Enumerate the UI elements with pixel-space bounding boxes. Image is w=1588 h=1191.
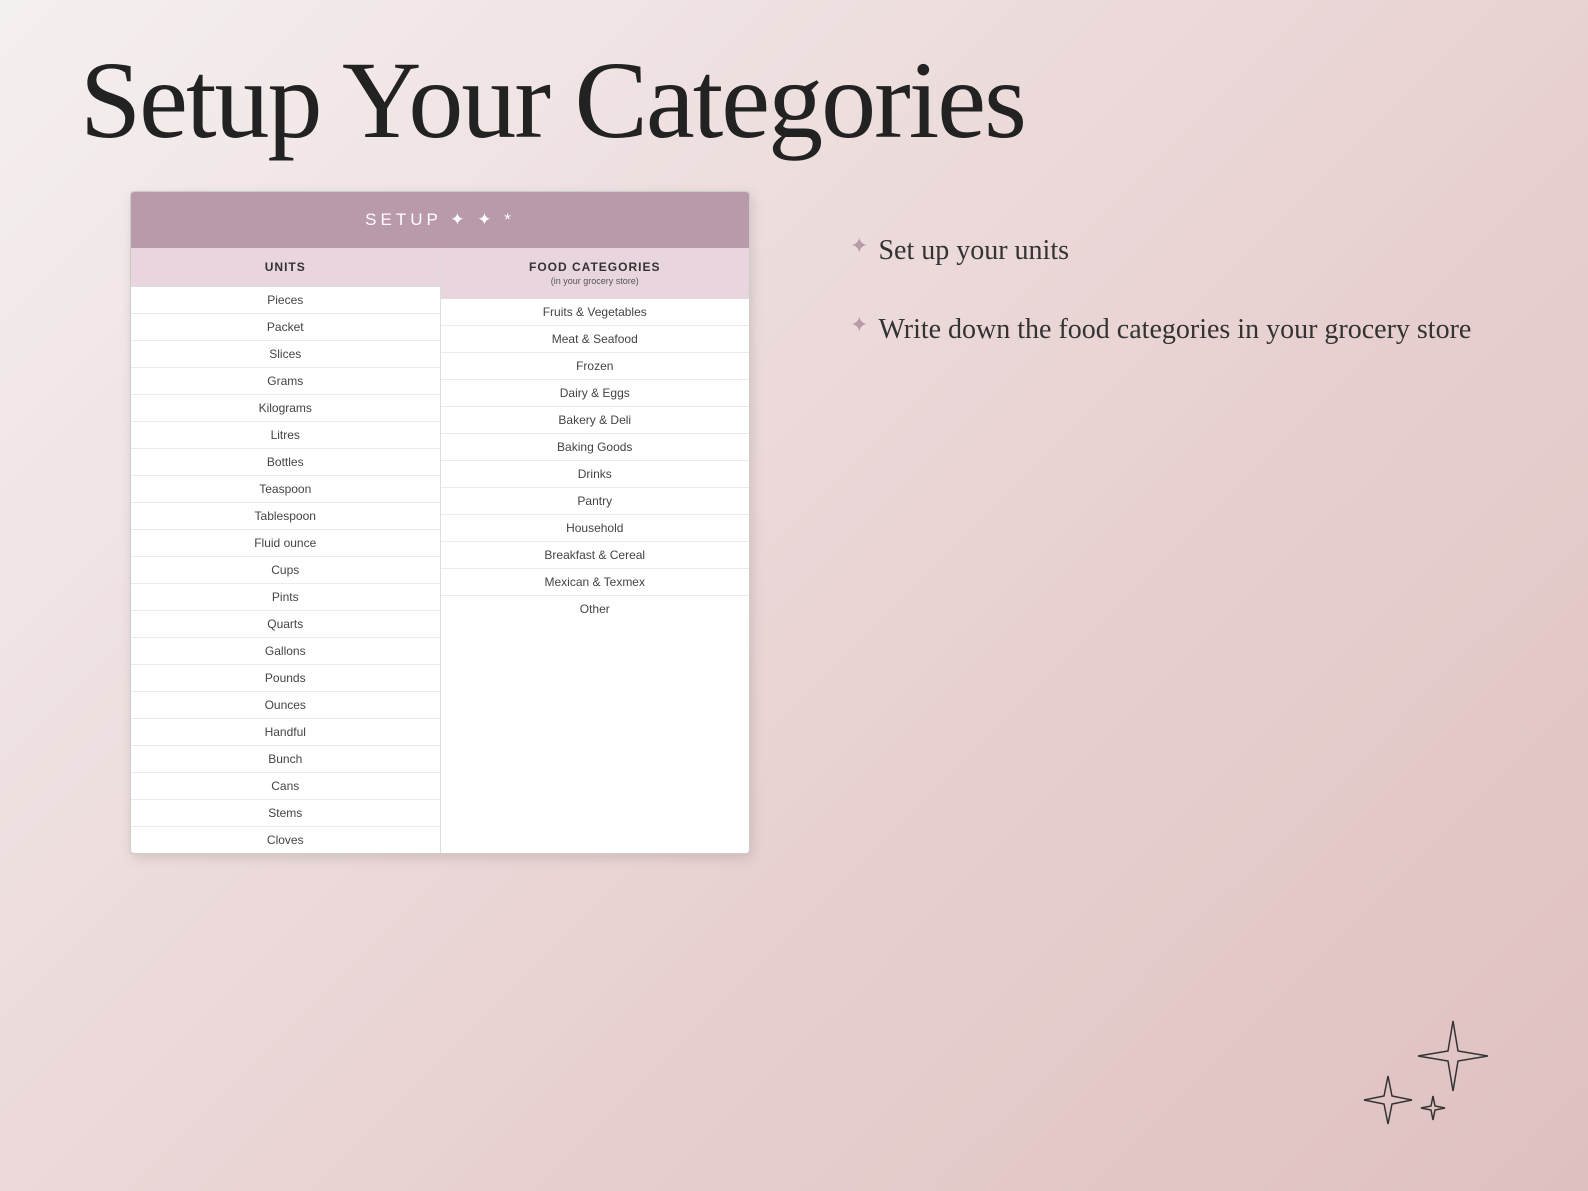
food-column: FOOD CATEGORIES (in your grocery store) … xyxy=(441,248,750,853)
food-col-header: FOOD CATEGORIES (in your grocery store) xyxy=(441,248,750,299)
list-item: Grams xyxy=(131,368,440,395)
list-item: Pounds xyxy=(131,665,440,692)
diamond-icon: ✦ xyxy=(850,312,868,338)
list-item: Quarts xyxy=(131,611,440,638)
list-item: Slices xyxy=(131,341,440,368)
info-text: Write down the food categories in your g… xyxy=(878,310,1471,349)
list-item: Bakery & Deli xyxy=(441,407,750,434)
list-item: Teaspoon xyxy=(131,476,440,503)
page-title: Setup Your Categories xyxy=(0,0,1588,191)
list-item: Frozen xyxy=(441,353,750,380)
info-item: ✦ Write down the food categories in your … xyxy=(850,310,1508,349)
list-item: Bottles xyxy=(131,449,440,476)
list-item: Gallons xyxy=(131,638,440,665)
list-item: Meat & Seafood xyxy=(441,326,750,353)
list-item: Baking Goods xyxy=(441,434,750,461)
list-item: Litres xyxy=(131,422,440,449)
units-column: UNITS PiecesPacketSlicesGramsKilogramsLi… xyxy=(131,248,441,853)
list-item: Household xyxy=(441,515,750,542)
card-body: UNITS PiecesPacketSlicesGramsKilogramsLi… xyxy=(131,248,749,853)
list-item: Drinks xyxy=(441,461,750,488)
list-item: Breakfast & Cereal xyxy=(441,542,750,569)
list-item: Cups xyxy=(131,557,440,584)
food-list: Fruits & VegetablesMeat & SeafoodFrozenD… xyxy=(441,299,750,622)
sparkle-decoration xyxy=(1358,1016,1488,1131)
list-item: Ounces xyxy=(131,692,440,719)
list-item: Fruits & Vegetables xyxy=(441,299,750,326)
list-item: Mexican & Texmex xyxy=(441,569,750,596)
list-item: Kilograms xyxy=(131,395,440,422)
food-col-subheader: (in your grocery store) xyxy=(451,276,740,286)
info-text: Set up your units xyxy=(878,231,1069,270)
list-item: Cans xyxy=(131,773,440,800)
list-item: Handful xyxy=(131,719,440,746)
list-item: Other xyxy=(441,596,750,622)
list-item: Pantry xyxy=(441,488,750,515)
list-item: Dairy & Eggs xyxy=(441,380,750,407)
list-item: Pints xyxy=(131,584,440,611)
sparkle-svg xyxy=(1358,1016,1488,1126)
main-content: SETUP ✦ ✦ * UNITS PiecesPacketSlicesGram… xyxy=(0,191,1588,854)
units-col-header: UNITS xyxy=(131,248,440,287)
info-panel: ✦ Set up your units ✦ Write down the food c… xyxy=(830,191,1528,409)
info-item: ✦ Set up your units xyxy=(850,231,1508,270)
setup-card: SETUP ✦ ✦ * UNITS PiecesPacketSlicesGram… xyxy=(130,191,750,854)
card-header: SETUP ✦ ✦ * xyxy=(131,192,749,248)
units-list: PiecesPacketSlicesGramsKilogramsLitresBo… xyxy=(131,287,440,853)
list-item: Cloves xyxy=(131,827,440,853)
list-item: Packet xyxy=(131,314,440,341)
list-item: Stems xyxy=(131,800,440,827)
list-item: Tablespoon xyxy=(131,503,440,530)
diamond-icon: ✦ xyxy=(850,233,868,259)
list-item: Bunch xyxy=(131,746,440,773)
list-item: Fluid ounce xyxy=(131,530,440,557)
list-item: Pieces xyxy=(131,287,440,314)
